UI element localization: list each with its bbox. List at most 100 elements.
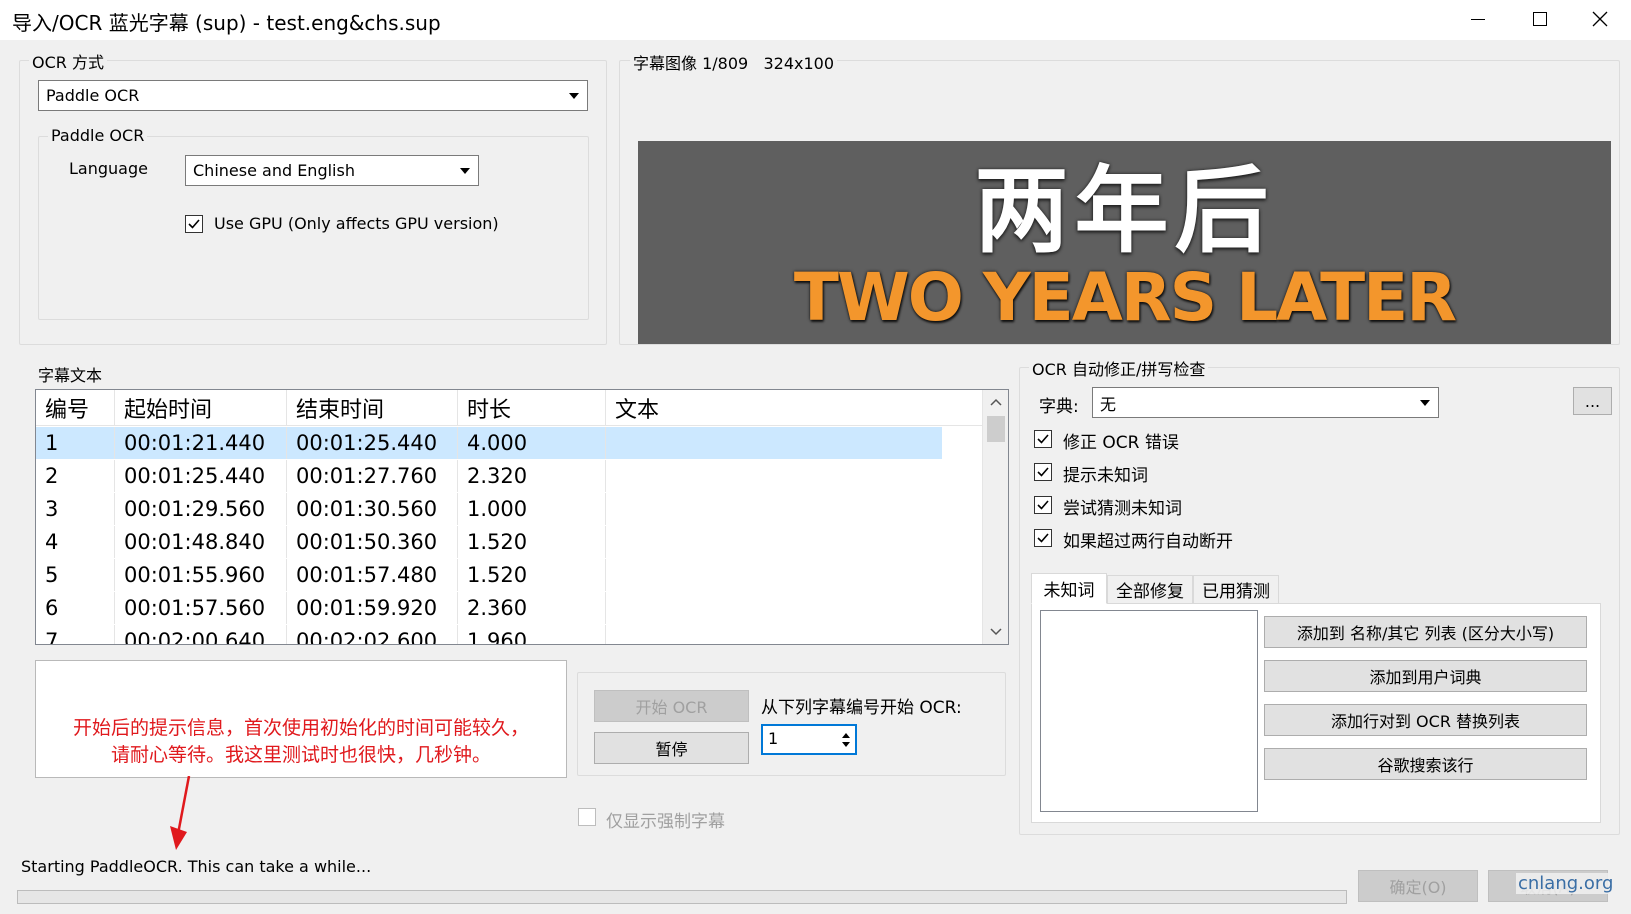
cell-end: 00:01:30.560 (287, 493, 458, 525)
cell-duration: 2.360 (458, 592, 606, 624)
status-text: Starting PaddleOCR. This can take a whil… (21, 857, 372, 876)
table-row[interactable]: 6 00:01:57.560 00:01:59.920 2.360 (36, 592, 942, 624)
checkmark-icon (188, 219, 200, 229)
language-label: Language (69, 159, 148, 178)
tab-guesses-used[interactable]: 已用猜测 (1193, 575, 1279, 604)
tab-all-fixes[interactable]: 全部修复 (1107, 575, 1193, 604)
guess-unknown-words-checkbox[interactable] (1034, 496, 1052, 514)
hint-box: 开始后的提示信息，首次使用初始化的时间可能较久， 请耐心等待。我这里测试时也很快… (35, 660, 567, 778)
cell-number: 5 (36, 559, 115, 591)
cell-text (606, 427, 942, 459)
prompt-unknown-words-label: 提示未知词 (1063, 466, 1148, 486)
arrow-annotation-icon (170, 776, 191, 850)
grid-scroll-thumb[interactable] (987, 416, 1005, 442)
fix-ocr-errors-checkbox[interactable] (1034, 430, 1052, 448)
fix-ocr-errors-label: 修正 OCR 错误 (1063, 433, 1179, 453)
unknown-words-list[interactable] (1040, 610, 1258, 812)
close-button[interactable] (1569, 0, 1631, 38)
subtitle-image-preview: 两年后 TWO YEARS LATER (638, 141, 1611, 344)
subtitle-text-label: 字幕文本 (38, 366, 103, 385)
cell-end: 00:01:27.760 (287, 460, 458, 492)
cell-number: 6 (36, 592, 115, 624)
chevron-down-icon[interactable] (990, 628, 1002, 636)
tab-panel: 添加到 名称/其它 列表 (区分大小写) 添加到用户词典 添加行对到 OCR 替… (1031, 603, 1601, 823)
cell-duration: 1.960 (458, 625, 606, 644)
chevron-down-icon (1420, 399, 1430, 406)
cell-end: 00:01:25.440 (287, 427, 458, 459)
cell-text (606, 493, 942, 525)
add-ocr-replace-pair-button[interactable]: 添加行对到 OCR 替换列表 (1264, 704, 1587, 736)
cell-duration: 1.520 (458, 526, 606, 558)
start-ocr-button[interactable]: 开始 OCR (594, 690, 749, 722)
dictionary-label: 字典: (1039, 397, 1079, 417)
table-row[interactable]: 1 00:01:21.440 00:01:25.440 4.000 (36, 427, 942, 459)
prompt-unknown-words-checkbox[interactable] (1034, 463, 1052, 481)
cell-end: 00:01:57.480 (287, 559, 458, 591)
table-row[interactable]: 7 00:02:00.640 00:02:02.600 1.960 (36, 625, 942, 644)
cell-end: 00:01:50.360 (287, 526, 458, 558)
cell-start: 00:01:21.440 (115, 427, 287, 459)
auto-break-lines-checkbox[interactable] (1034, 529, 1052, 547)
chevron-up-icon[interactable] (990, 398, 1002, 406)
col-header-duration[interactable]: 时长 (458, 390, 606, 426)
ocr-method-label: OCR 方式 (29, 49, 107, 73)
maximize-button[interactable] (1509, 0, 1571, 38)
google-search-line-button[interactable]: 谷歌搜索该行 (1264, 748, 1587, 780)
col-header-number[interactable]: 编号 (36, 390, 115, 426)
dictionary-more-button[interactable]: ... (1573, 387, 1612, 415)
col-header-start[interactable]: 起始时间 (115, 390, 287, 426)
cell-text (606, 625, 942, 644)
ocr-method-value: Paddle OCR (46, 86, 140, 105)
add-to-user-dictionary-button[interactable]: 添加到用户词典 (1264, 660, 1587, 692)
hint-line-2: 请耐心等待。我这里测试时也很快，几秒钟。 (110, 744, 491, 766)
forced-only-checkbox[interactable] (578, 808, 596, 826)
cell-duration: 1.520 (458, 559, 606, 591)
ok-button[interactable]: 确定(O) (1358, 870, 1478, 902)
minimize-icon (1471, 18, 1485, 20)
ocr-method-select[interactable]: Paddle OCR (38, 80, 588, 111)
cell-text (606, 559, 942, 591)
close-icon (1592, 11, 1608, 27)
subtitle-image-cn-line: 两年后 (974, 157, 1275, 266)
paddle-ocr-label: Paddle OCR (48, 126, 148, 145)
start-from-value: 1 (768, 729, 779, 748)
add-to-names-button[interactable]: 添加到 名称/其它 列表 (区分大小写) (1264, 616, 1587, 648)
cell-start: 00:01:55.960 (115, 559, 287, 591)
table-row[interactable]: 4 00:01:48.840 00:01:50.360 1.520 (36, 526, 942, 558)
cell-text (606, 460, 942, 492)
title-bar: 导入/OCR 蓝光字幕 (sup) - test.eng&chs.sup (0, 0, 1631, 40)
checkmark-icon (1037, 434, 1049, 444)
checkmark-icon (1037, 533, 1049, 543)
subtitle-grid[interactable]: 编号 起始时间 结束时间 时长 文本 1 00:01:21.440 00:01:25… (35, 389, 1009, 645)
table-row[interactable]: 5 00:01:55.960 00:01:57.480 1.520 (36, 559, 942, 591)
dictionary-select[interactable]: 无 (1092, 387, 1439, 418)
autocorrect-label: OCR 自动修正/拼写检查 (1029, 356, 1209, 380)
table-row[interactable]: 2 00:01:25.440 00:01:27.760 2.320 (36, 460, 942, 492)
cell-number: 1 (36, 427, 115, 459)
chevron-down-icon (460, 167, 470, 174)
language-select[interactable]: Chinese and English (185, 155, 479, 186)
guess-unknown-words-label: 尝试猜测未知词 (1063, 499, 1182, 519)
cell-duration: 1.000 (458, 493, 606, 525)
cell-number: 4 (36, 526, 115, 558)
pause-button[interactable]: 暂停 (594, 732, 749, 764)
table-row[interactable]: 3 00:01:29.560 00:01:30.560 1.000 (36, 493, 942, 525)
cell-end: 00:02:02.600 (287, 625, 458, 644)
start-from-spinner[interactable]: 1 (761, 724, 857, 755)
grid-scrollbar[interactable] (982, 390, 1008, 644)
checkmark-icon (1037, 500, 1049, 510)
dictionary-value: 无 (1100, 394, 1117, 414)
subtitle-image-label: 字幕图像 1/809 324x100 (630, 50, 838, 74)
col-header-end[interactable]: 结束时间 (287, 390, 458, 426)
cell-start: 00:01:57.560 (115, 592, 287, 624)
tab-unknown-words[interactable]: 未知词 (1031, 573, 1107, 604)
col-header-text[interactable]: 文本 (606, 390, 942, 426)
minimize-button[interactable] (1447, 0, 1509, 38)
cell-end: 00:01:59.920 (287, 592, 458, 624)
hint-line-1: 开始后的提示信息，首次使用初始化的时间可能较久， (72, 717, 529, 739)
use-gpu-checkbox[interactable] (185, 215, 203, 233)
spinner-arrows-icon[interactable] (841, 731, 851, 749)
cell-start: 00:02:00.640 (115, 625, 287, 644)
checkmark-icon (1037, 467, 1049, 477)
auto-break-lines-label: 如果超过两行自动断开 (1063, 532, 1233, 552)
